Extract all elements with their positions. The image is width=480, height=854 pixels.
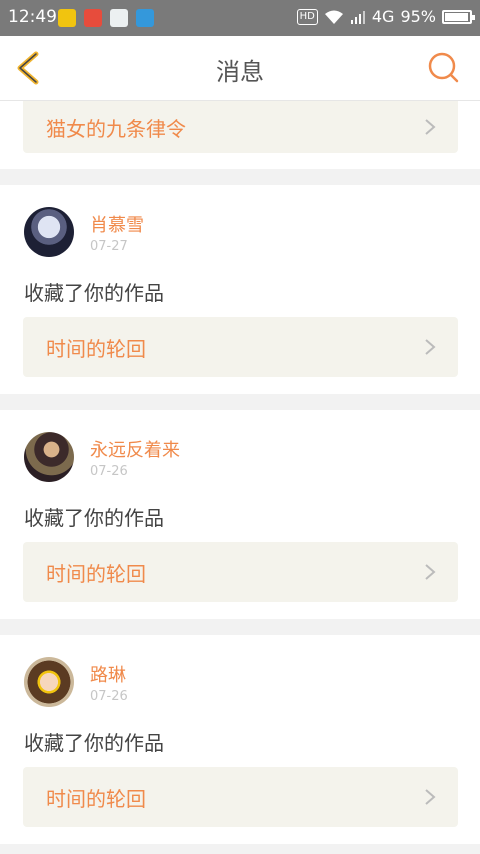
message-date: 07-26: [90, 689, 128, 704]
work-link[interactable]: 时间的轮回: [23, 317, 458, 377]
message-action: 收藏了你的作品: [24, 731, 164, 755]
user-name[interactable]: 肖慕雪: [90, 211, 144, 237]
network-label: 4G: [371, 7, 395, 26]
app-notification-icon: [110, 9, 128, 27]
avatar[interactable]: [24, 432, 74, 482]
status-time: 12:49: [8, 7, 57, 27]
user-name[interactable]: 路琳: [90, 661, 126, 687]
work-link[interactable]: 猫女的九条律令: [23, 101, 458, 153]
chevron-right-icon: [425, 564, 436, 580]
page-title: 消息: [216, 58, 264, 86]
message-list: 猫女的九条律令 肖慕雪 07-27 收藏了你的作品 时间的轮回 永远反着来 07…: [0, 101, 480, 844]
work-title: 时间的轮回: [46, 336, 146, 361]
app-notification-icon: [58, 9, 76, 27]
search-icon[interactable]: [426, 50, 462, 86]
chevron-right-icon: [425, 789, 436, 805]
work-link[interactable]: 时间的轮回: [23, 542, 458, 602]
app-notification-icon: [136, 9, 154, 27]
battery-fill: [445, 12, 468, 21]
chevron-right-icon: [425, 339, 436, 355]
work-title: 时间的轮回: [46, 786, 146, 811]
hd-badge: HD: [296, 8, 318, 25]
work-link[interactable]: 时间的轮回: [23, 767, 458, 827]
signal-icon: [350, 10, 365, 24]
avatar[interactable]: [24, 207, 74, 257]
app-notification-icon: [84, 9, 102, 27]
nav-bar: 消息: [0, 36, 480, 101]
avatar[interactable]: [24, 657, 74, 707]
status-right: HD 4G 95%: [296, 7, 475, 26]
message-date: 07-27: [90, 239, 128, 254]
status-bar: 12:49 HD 4G 95%: [0, 0, 480, 36]
battery-icon: [442, 9, 475, 24]
message-card: 路琳 07-26 收藏了你的作品 时间的轮回: [0, 635, 480, 844]
message-action: 收藏了你的作品: [24, 281, 164, 305]
wifi-icon: [324, 10, 343, 24]
message-card-partial: 猫女的九条律令: [0, 101, 480, 169]
battery-percent: 95%: [400, 7, 436, 26]
divider: [0, 394, 480, 410]
message-card: 永远反着来 07-26 收藏了你的作品 时间的轮回: [0, 410, 480, 619]
chevron-right-icon: [425, 119, 436, 135]
message-date: 07-26: [90, 464, 128, 479]
divider: [0, 619, 480, 635]
work-title: 猫女的九条律令: [46, 116, 186, 141]
user-name[interactable]: 永远反着来: [90, 436, 180, 462]
message-action: 收藏了你的作品: [24, 506, 164, 530]
divider: [0, 169, 480, 185]
message-card: 肖慕雪 07-27 收藏了你的作品 时间的轮回: [0, 185, 480, 394]
work-title: 时间的轮回: [46, 561, 146, 586]
